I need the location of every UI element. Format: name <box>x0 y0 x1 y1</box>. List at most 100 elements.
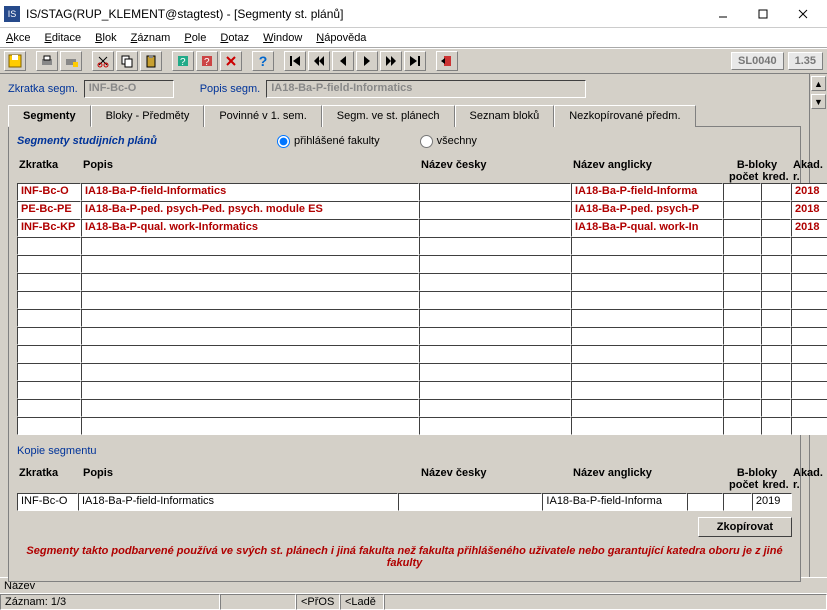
cell-bb-pocet[interactable] <box>723 183 761 201</box>
kopie-bb-pocet[interactable] <box>687 493 723 511</box>
table-row[interactable] <box>17 327 827 345</box>
print-icon[interactable] <box>36 51 58 71</box>
menu-napoveda[interactable]: Nápověda <box>316 32 366 44</box>
cell-popis[interactable] <box>81 399 419 417</box>
cell-popis[interactable]: IA18-Ba-P-qual. work-Informatics <box>81 219 419 237</box>
cell-popis[interactable] <box>81 417 419 435</box>
cell-nazev-a[interactable] <box>571 273 723 291</box>
table-row[interactable] <box>17 237 827 255</box>
cell-nazev-c[interactable] <box>419 381 571 399</box>
cell-akad[interactable] <box>791 273 827 291</box>
cell-akad[interactable] <box>791 345 827 363</box>
cell-akad[interactable]: 2018 <box>791 201 827 219</box>
cell-bb-pocet[interactable] <box>723 327 761 345</box>
cell-popis[interactable]: IA18-Ba-P-ped. psych-Ped. psych. module … <box>81 201 419 219</box>
cell-zkratka[interactable] <box>17 417 81 435</box>
cell-nazev-c[interactable] <box>419 201 571 219</box>
cell-bb-kred[interactable] <box>761 399 791 417</box>
cell-popis[interactable]: IA18-Ba-P-field-Informatics <box>81 183 419 201</box>
cell-nazev-c[interactable] <box>419 345 571 363</box>
cell-bb-pocet[interactable] <box>723 255 761 273</box>
table-row[interactable] <box>17 381 827 399</box>
cell-bb-pocet[interactable] <box>723 399 761 417</box>
cell-popis[interactable] <box>81 381 419 399</box>
cell-bb-kred[interactable] <box>761 219 791 237</box>
exit-icon[interactable] <box>436 51 458 71</box>
kopie-zkratka[interactable]: INF-Bc-O <box>17 493 78 511</box>
tab-bloky-predmety[interactable]: Bloky - Předměty <box>91 105 205 127</box>
menu-blok[interactable]: Blok <box>95 32 116 44</box>
search-red-icon[interactable]: ? <box>196 51 218 71</box>
cell-nazev-a[interactable] <box>571 363 723 381</box>
zkopirovat-button[interactable]: Zkopírovat <box>698 517 792 537</box>
cell-bb-kred[interactable] <box>761 291 791 309</box>
prev-record-icon[interactable] <box>332 51 354 71</box>
cell-nazev-c[interactable] <box>419 291 571 309</box>
cell-nazev-a[interactable] <box>571 381 723 399</box>
cell-zkratka[interactable]: INF-Bc-O <box>17 183 81 201</box>
cell-bb-kred[interactable] <box>761 237 791 255</box>
cell-bb-kred[interactable] <box>761 201 791 219</box>
cell-nazev-c[interactable] <box>419 327 571 345</box>
menu-pole[interactable]: Pole <box>184 32 206 44</box>
cell-bb-kred[interactable] <box>761 363 791 381</box>
cell-nazev-c[interactable] <box>419 255 571 273</box>
kopie-nazev-a[interactable]: IA18-Ba-P-field-Informa <box>542 493 686 511</box>
cell-bb-pocet[interactable] <box>723 273 761 291</box>
cell-nazev-c[interactable] <box>419 363 571 381</box>
search-green-icon[interactable]: ? <box>172 51 194 71</box>
table-row[interactable] <box>17 399 827 417</box>
scroll-up-icon[interactable]: ▲ <box>811 76 826 91</box>
cell-zkratka[interactable] <box>17 255 81 273</box>
cell-bb-pocet[interactable] <box>723 291 761 309</box>
cell-nazev-a[interactable] <box>571 237 723 255</box>
cell-bb-kred[interactable] <box>761 183 791 201</box>
table-row[interactable] <box>17 363 827 381</box>
cell-bb-kred[interactable] <box>761 255 791 273</box>
tab-segm-ve-planech[interactable]: Segm. ve st. plánech <box>322 105 455 127</box>
radio-prihlasene[interactable]: přihlášené fakulty <box>277 135 380 148</box>
cell-nazev-a[interactable]: IA18-Ba-P-ped. psych-P <box>571 201 723 219</box>
cell-bb-kred[interactable] <box>761 345 791 363</box>
cell-nazev-c[interactable] <box>419 273 571 291</box>
save-icon[interactable] <box>4 51 26 71</box>
prev-page-icon[interactable] <box>308 51 330 71</box>
cell-bb-pocet[interactable] <box>723 201 761 219</box>
cell-nazev-a[interactable]: IA18-Ba-P-field-Informa <box>571 183 723 201</box>
table-row[interactable] <box>17 309 827 327</box>
cell-zkratka[interactable] <box>17 291 81 309</box>
menu-dotaz[interactable]: Dotaz <box>220 32 249 44</box>
tab-povinne-1sem[interactable]: Povinné v 1. sem. <box>204 105 321 127</box>
cell-zkratka[interactable] <box>17 381 81 399</box>
cell-nazev-a[interactable] <box>571 291 723 309</box>
cell-bb-pocet[interactable] <box>723 381 761 399</box>
kopie-akad[interactable]: 2019 <box>752 493 792 511</box>
cell-bb-pocet[interactable] <box>723 309 761 327</box>
help-icon[interactable]: ? <box>252 51 274 71</box>
cell-zkratka[interactable] <box>17 345 81 363</box>
cell-bb-pocet[interactable] <box>723 237 761 255</box>
cell-nazev-c[interactable] <box>419 183 571 201</box>
cell-nazev-c[interactable] <box>419 399 571 417</box>
cell-zkratka[interactable] <box>17 363 81 381</box>
copy-icon[interactable] <box>116 51 138 71</box>
cell-akad[interactable] <box>791 381 827 399</box>
minimize-button[interactable] <box>703 3 743 25</box>
cell-popis[interactable] <box>81 291 419 309</box>
menu-akce[interactable]: Akce <box>6 32 30 44</box>
cell-akad[interactable] <box>791 255 827 273</box>
cell-popis[interactable] <box>81 255 419 273</box>
tab-nezkopirovane[interactable]: Nezkopírované předm. <box>554 105 695 127</box>
cell-nazev-a[interactable] <box>571 327 723 345</box>
scroll-down-icon[interactable]: ▼ <box>811 94 826 109</box>
cell-zkratka[interactable] <box>17 309 81 327</box>
cell-popis[interactable] <box>81 309 419 327</box>
cell-akad[interactable] <box>791 237 827 255</box>
table-row[interactable]: PE-Bc-PEIA18-Ba-P-ped. psych-Ped. psych.… <box>17 201 827 219</box>
cell-bb-kred[interactable] <box>761 417 791 435</box>
cell-nazev-a[interactable] <box>571 309 723 327</box>
last-record-icon[interactable] <box>404 51 426 71</box>
cell-popis[interactable] <box>81 345 419 363</box>
cell-akad[interactable] <box>791 363 827 381</box>
cell-akad[interactable]: 2018 <box>791 183 827 201</box>
